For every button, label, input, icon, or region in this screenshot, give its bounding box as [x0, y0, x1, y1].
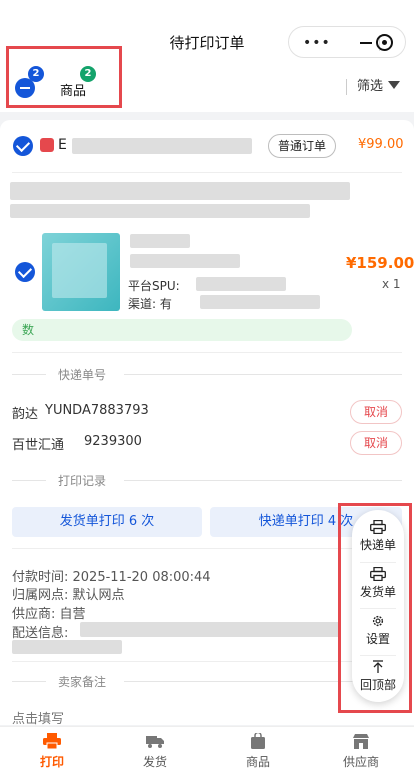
truck-icon: [146, 736, 164, 748]
tab-label: 供应商: [342, 755, 379, 769]
cancel-express-button[interactable]: 取消: [350, 431, 402, 455]
more-icon[interactable]: •••: [303, 35, 331, 51]
cancel-express-button[interactable]: 取消: [350, 400, 402, 424]
platform-logo-icon: [40, 138, 54, 152]
remark-input[interactable]: 点击填写: [12, 708, 64, 725]
tab-print[interactable]: 打印: [17, 733, 87, 770]
tab-label: 商品: [245, 755, 270, 769]
express-row-number: YUNDA7883793: [45, 403, 149, 418]
order-checkbox[interactable]: [13, 136, 33, 156]
order-id-redacted: [72, 138, 252, 154]
paid-time: 付款时间: 2025-11-20 08:00:44: [12, 570, 211, 585]
highlight-box-float-menu: [338, 503, 412, 713]
product-title-redacted: [10, 182, 350, 200]
product-spu: 平台SPU:: [128, 279, 180, 293]
filter-button[interactable]: 筛选: [346, 79, 383, 95]
tab-supplier[interactable]: 供应商: [326, 733, 396, 770]
order-total-price: ¥99.00: [358, 137, 404, 152]
tab-label: 发货: [142, 755, 167, 769]
express-row-carrier: 韵达: [12, 407, 39, 422]
order-id: E: [58, 137, 67, 153]
product-attr-redacted-2: [130, 254, 240, 268]
item-quantity: x 1: [382, 277, 401, 291]
express-row-carrier: 百世汇通: [12, 438, 65, 453]
channel-redacted: [200, 295, 320, 309]
shipping-redacted: [80, 622, 340, 637]
shipping-redacted-2: [12, 640, 122, 654]
delivery-print-count-button[interactable]: 发货单打印 6 次: [12, 507, 202, 537]
order-type-pill: 普通订单: [268, 134, 336, 158]
divider: [12, 352, 402, 353]
title-line: [124, 374, 402, 375]
supplier: 供应商: 自营: [12, 607, 86, 622]
product-image: [42, 233, 120, 311]
item-checkbox[interactable]: [15, 262, 35, 282]
item-price: ¥159.00: [346, 254, 414, 272]
product-channel: 渠道: 有: [128, 297, 172, 311]
mini-program-capsule: •••: [288, 26, 406, 58]
title-line: [12, 480, 46, 481]
promo-strip: 数: [12, 319, 352, 341]
product-attr-redacted: [130, 234, 190, 248]
tab-goods[interactable]: 商品: [223, 733, 293, 770]
close-target-icon[interactable]: [376, 34, 393, 51]
branch: 归属网点: 默认网点: [12, 588, 125, 603]
title-line: [12, 681, 46, 682]
minimize-icon[interactable]: [360, 42, 372, 44]
title-line: [124, 480, 402, 481]
tab-label: 打印: [39, 755, 64, 769]
store-icon: [353, 734, 369, 749]
bottom-tabbar: 打印 发货 商品 供应商: [0, 726, 414, 780]
product-title-redacted-2: [10, 204, 310, 218]
filter-icon[interactable]: [388, 81, 400, 89]
title-line: [12, 374, 46, 375]
shipping-info: 配送信息:: [12, 626, 69, 641]
bag-icon: [251, 733, 265, 749]
highlight-box-goods: [6, 46, 122, 108]
express-row-number: 9239300: [84, 434, 142, 449]
divider: [12, 172, 402, 173]
spu-redacted: [196, 277, 286, 291]
printer-icon: [43, 733, 61, 749]
tab-ship[interactable]: 发货: [120, 733, 190, 770]
